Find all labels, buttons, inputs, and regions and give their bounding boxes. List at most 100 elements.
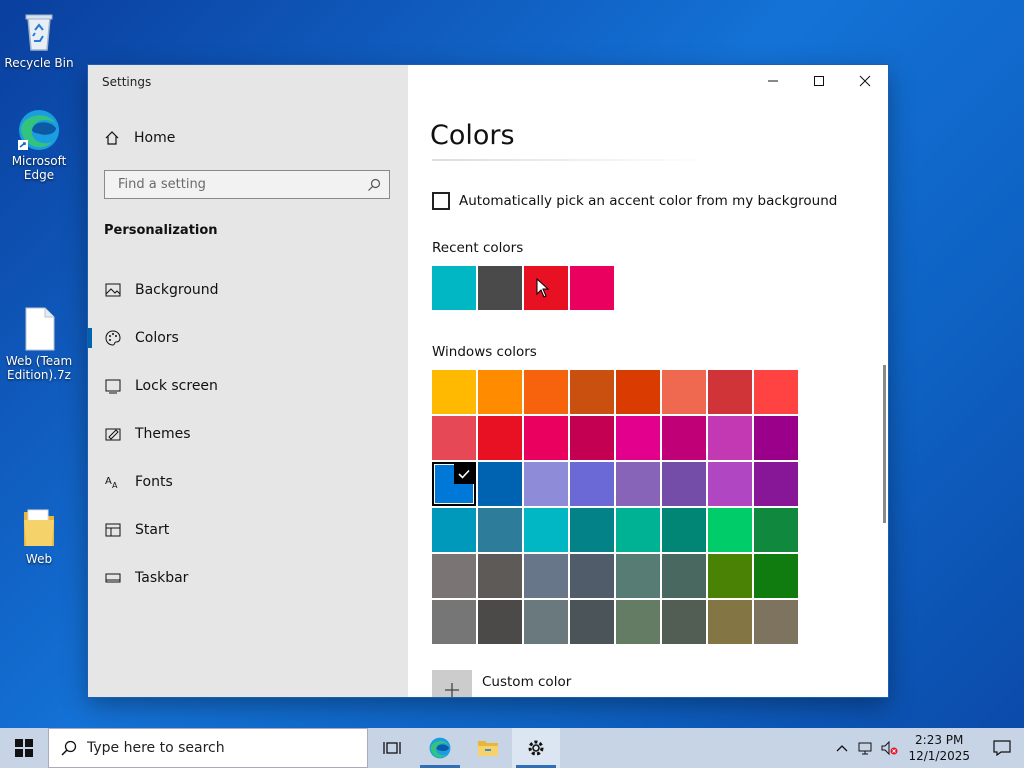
color-swatch[interactable] bbox=[432, 508, 476, 552]
color-swatch[interactable] bbox=[708, 600, 752, 644]
color-swatch[interactable] bbox=[754, 416, 798, 460]
sidebar-item-lock-screen[interactable]: Lock screen bbox=[88, 362, 408, 410]
maximize-button[interactable] bbox=[796, 65, 842, 97]
sidebar-item-taskbar[interactable]: Taskbar bbox=[88, 554, 408, 602]
sidebar-item-label: Lock screen bbox=[135, 378, 218, 394]
find-setting-search[interactable] bbox=[104, 170, 390, 199]
search-icon bbox=[61, 740, 77, 756]
desktop-icon-recycle-bin[interactable]: Recycle Bin bbox=[1, 8, 77, 70]
clock-time: 2:23 PM bbox=[915, 733, 964, 747]
close-button[interactable] bbox=[842, 65, 888, 97]
volume-button[interactable] bbox=[878, 728, 902, 768]
color-swatch[interactable] bbox=[708, 462, 752, 506]
auto-accent-option[interactable]: Automatically pick an accent color from … bbox=[432, 192, 837, 210]
sidebar-item-themes[interactable]: Themes bbox=[88, 410, 408, 458]
desktop-icon-edge[interactable]: Microsoft Edge bbox=[1, 106, 77, 182]
color-swatch[interactable] bbox=[570, 508, 614, 552]
color-swatch[interactable] bbox=[432, 554, 476, 598]
color-swatch[interactable] bbox=[754, 600, 798, 644]
color-swatch[interactable] bbox=[616, 554, 660, 598]
color-swatch[interactable] bbox=[524, 416, 568, 460]
color-swatch[interactable] bbox=[708, 370, 752, 414]
color-swatch[interactable] bbox=[616, 370, 660, 414]
show-hidden-icons-button[interactable] bbox=[830, 728, 854, 768]
recent-color-swatch[interactable] bbox=[570, 266, 614, 310]
sidebar-item-background[interactable]: Background bbox=[88, 266, 408, 314]
color-swatch[interactable] bbox=[478, 554, 522, 598]
gear-icon bbox=[528, 740, 544, 756]
sidebar-item-fonts[interactable]: AA Fonts bbox=[88, 458, 408, 506]
settings-taskbar-button[interactable] bbox=[512, 728, 560, 768]
color-swatch[interactable] bbox=[570, 600, 614, 644]
color-swatch[interactable] bbox=[478, 370, 522, 414]
color-swatch[interactable] bbox=[570, 416, 614, 460]
page-title: Colors bbox=[430, 120, 515, 151]
color-swatch[interactable] bbox=[524, 554, 568, 598]
edge-taskbar-button[interactable] bbox=[416, 728, 464, 768]
recent-color-swatch[interactable] bbox=[478, 266, 522, 310]
clock[interactable]: 2:23 PM 12/1/2025 bbox=[908, 732, 970, 764]
network-icon bbox=[858, 742, 872, 755]
color-swatch[interactable] bbox=[662, 370, 706, 414]
color-swatch[interactable] bbox=[708, 416, 752, 460]
edge-icon bbox=[429, 737, 451, 759]
color-swatch[interactable] bbox=[662, 554, 706, 598]
recent-colors-heading: Recent colors bbox=[432, 240, 524, 256]
color-swatch[interactable] bbox=[662, 416, 706, 460]
start-button[interactable] bbox=[0, 728, 48, 768]
color-swatch[interactable] bbox=[524, 600, 568, 644]
search-input[interactable] bbox=[116, 176, 360, 193]
color-swatch[interactable] bbox=[524, 462, 568, 506]
auto-accent-label: Automatically pick an accent color from … bbox=[459, 193, 838, 209]
sidebar-item-start[interactable]: Start bbox=[88, 506, 408, 554]
color-swatch[interactable] bbox=[478, 416, 522, 460]
color-swatch[interactable] bbox=[708, 508, 752, 552]
network-button[interactable] bbox=[854, 728, 878, 768]
custom-color-button[interactable]: Custom color bbox=[432, 670, 571, 697]
action-center-button[interactable] bbox=[980, 728, 1024, 768]
desktop-icon-label: Microsoft Edge bbox=[11, 154, 67, 182]
color-swatch[interactable] bbox=[570, 554, 614, 598]
color-swatch[interactable] bbox=[478, 508, 522, 552]
color-swatch[interactable] bbox=[524, 370, 568, 414]
auto-accent-checkbox[interactable] bbox=[432, 192, 450, 210]
minimize-icon bbox=[768, 80, 778, 82]
color-swatch[interactable] bbox=[432, 416, 476, 460]
color-swatch[interactable] bbox=[570, 462, 614, 506]
color-swatch[interactable] bbox=[662, 462, 706, 506]
color-swatch[interactable] bbox=[616, 416, 660, 460]
color-swatch[interactable] bbox=[478, 462, 522, 506]
recent-color-swatch[interactable] bbox=[432, 266, 476, 310]
task-view-button[interactable] bbox=[368, 728, 416, 768]
color-swatch[interactable] bbox=[754, 508, 798, 552]
sidebar-item-colors[interactable]: Colors bbox=[88, 314, 408, 362]
color-swatch[interactable] bbox=[708, 554, 752, 598]
color-swatch[interactable] bbox=[754, 370, 798, 414]
sidebar: Settings Home Personalization Background bbox=[88, 65, 408, 697]
color-swatch[interactable] bbox=[432, 370, 476, 414]
content-scrollbar[interactable] bbox=[883, 365, 886, 523]
color-swatch[interactable] bbox=[432, 462, 476, 506]
minimize-button[interactable] bbox=[750, 65, 796, 97]
color-swatch[interactable] bbox=[616, 600, 660, 644]
color-swatch[interactable] bbox=[754, 554, 798, 598]
color-swatch[interactable] bbox=[662, 600, 706, 644]
color-swatch[interactable] bbox=[570, 370, 614, 414]
taskbar-search-box[interactable]: Type here to search bbox=[48, 728, 368, 768]
color-swatch[interactable] bbox=[662, 508, 706, 552]
settings-window: Settings Home Personalization Background bbox=[88, 65, 888, 697]
color-swatch[interactable] bbox=[478, 600, 522, 644]
svg-text:A: A bbox=[112, 481, 118, 490]
file-explorer-button[interactable] bbox=[464, 728, 512, 768]
color-swatch[interactable] bbox=[524, 508, 568, 552]
notification-icon bbox=[993, 740, 1011, 756]
home-nav-item[interactable]: Home bbox=[104, 127, 175, 149]
taskbar: Type here to search 2:23 PM 12/1/2025 bbox=[0, 728, 1024, 768]
desktop-icon-web-folder[interactable]: Web bbox=[1, 504, 77, 566]
color-swatch[interactable] bbox=[616, 462, 660, 506]
desktop-icon-archive[interactable]: Web (Team Edition).7z bbox=[1, 306, 77, 382]
palette-icon bbox=[105, 330, 121, 346]
color-swatch[interactable] bbox=[432, 600, 476, 644]
color-swatch[interactable] bbox=[616, 508, 660, 552]
color-swatch[interactable] bbox=[754, 462, 798, 506]
